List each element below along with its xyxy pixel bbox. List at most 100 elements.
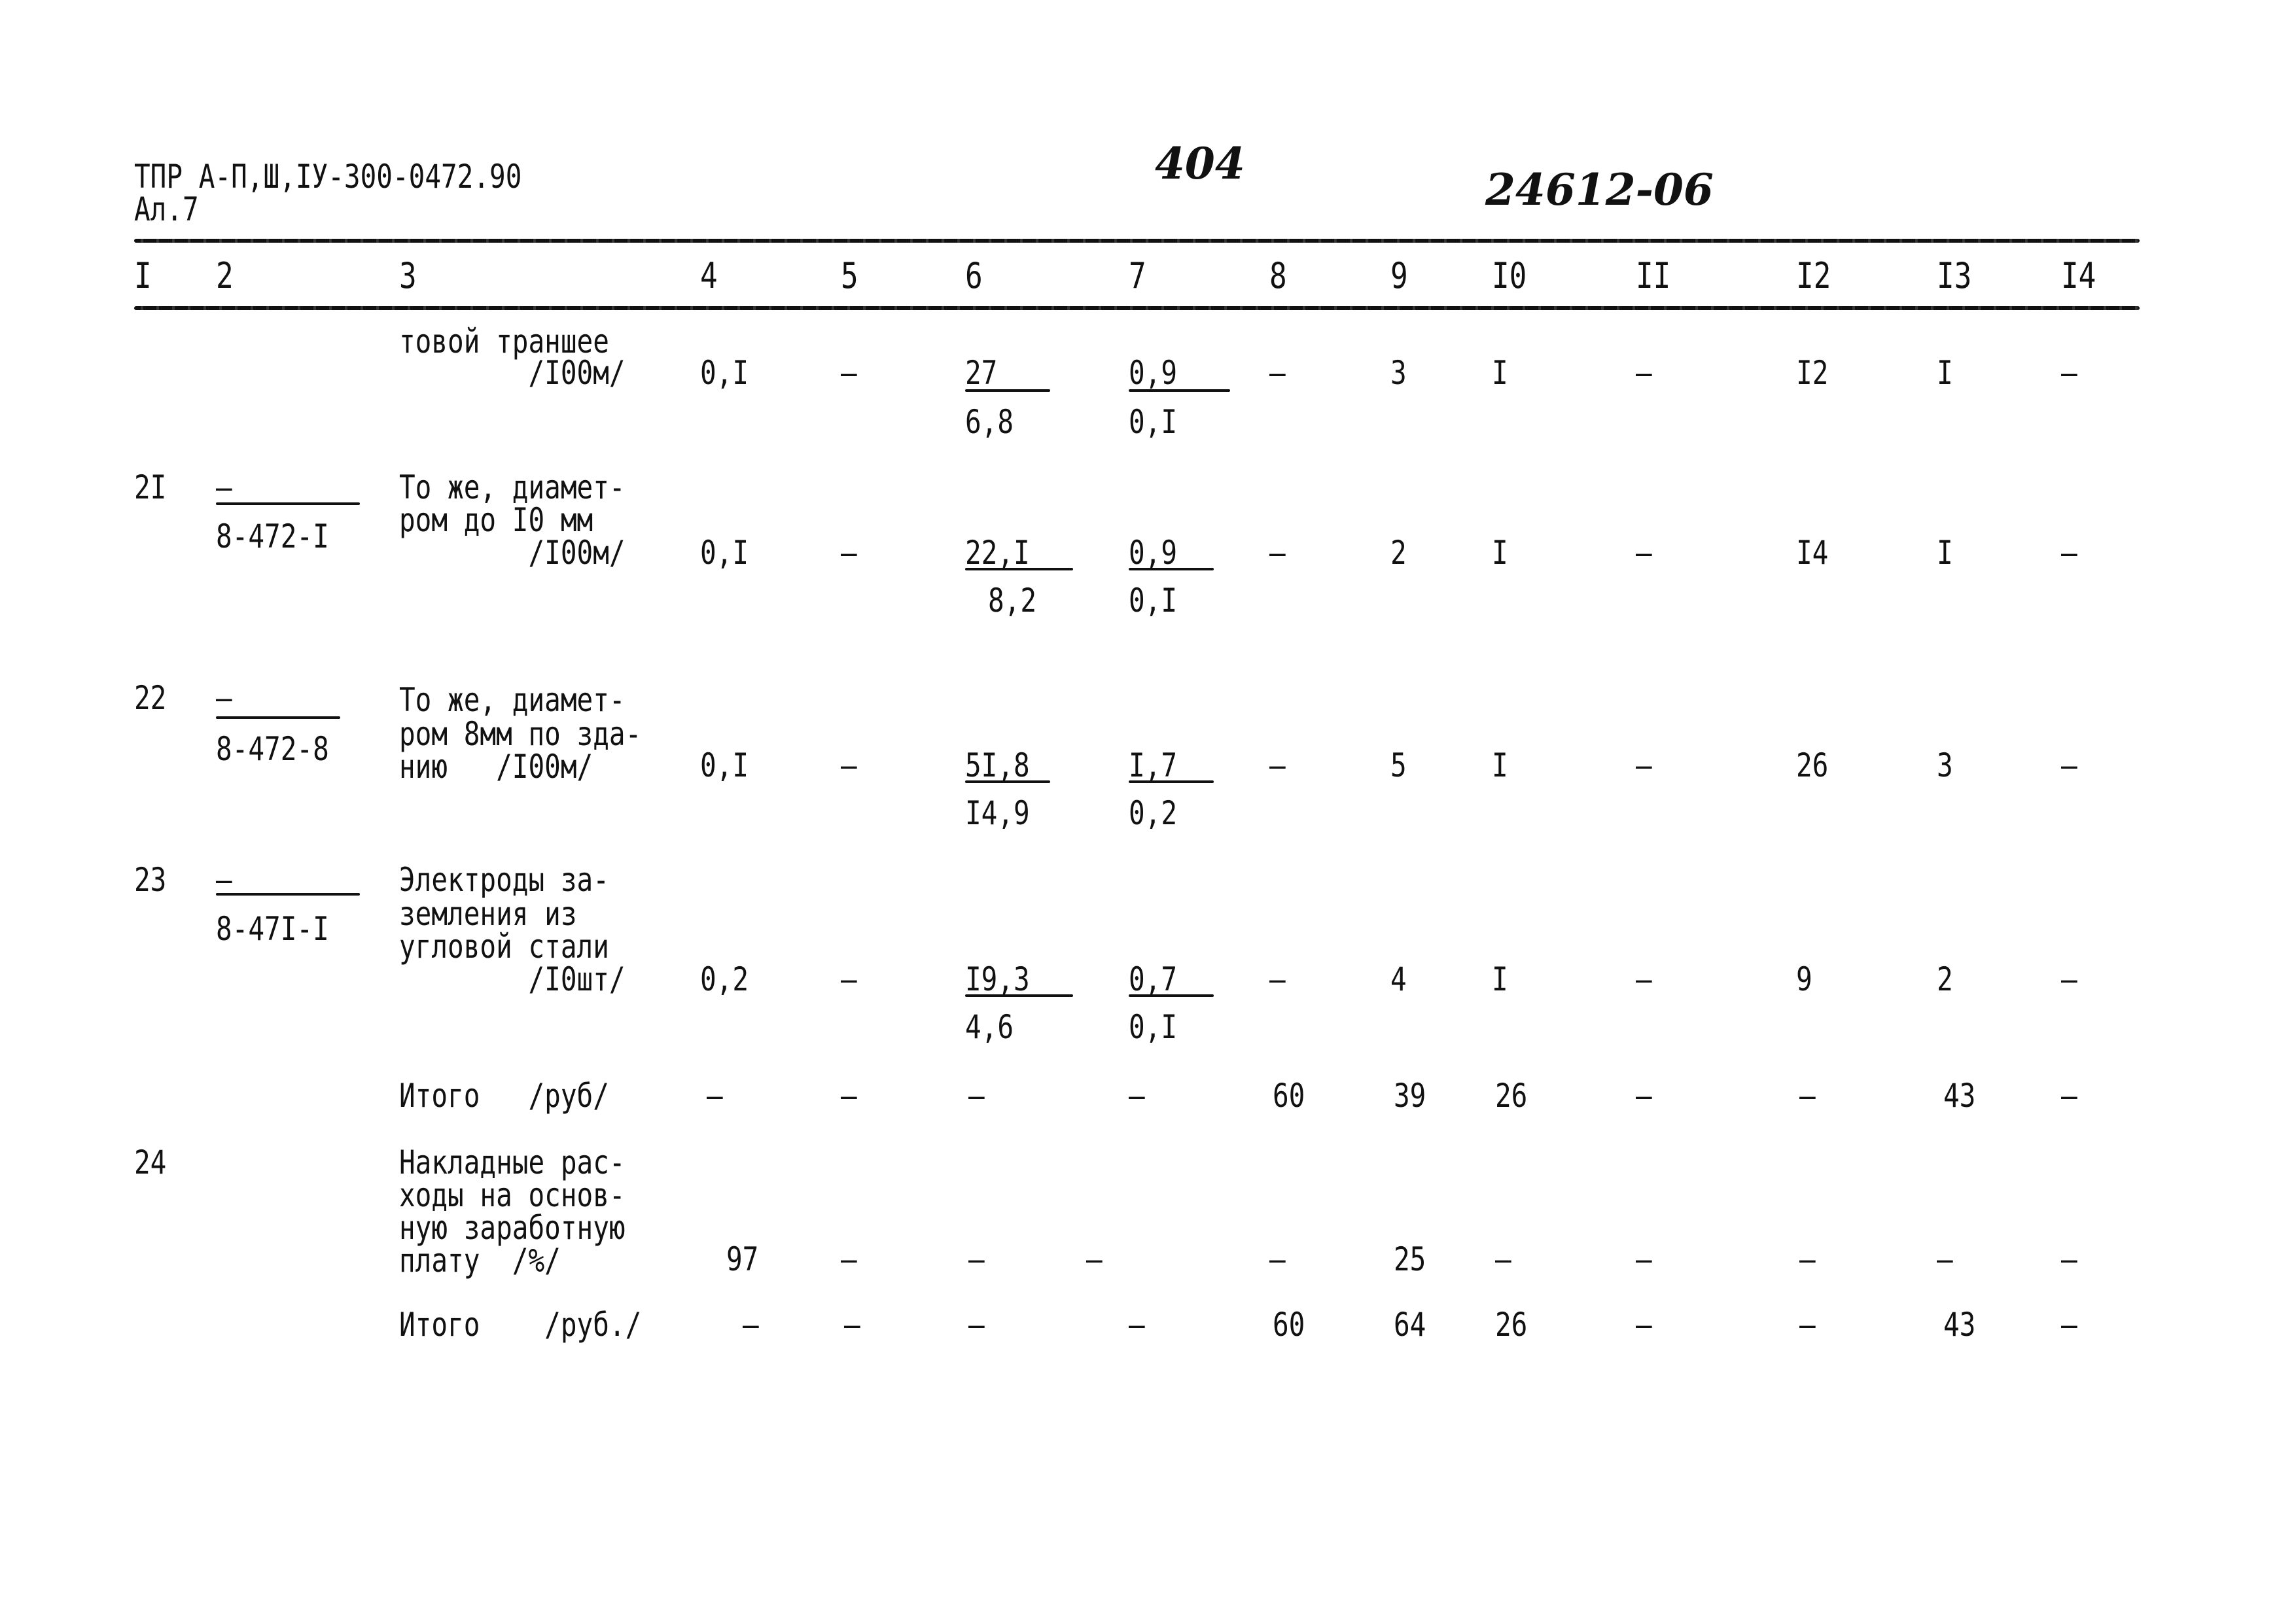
column-header: 2 (216, 255, 234, 296)
document-code: ТПР А-П,Ш,IУ-300-0472.90 (134, 158, 522, 196)
fraction-line (1129, 568, 1214, 570)
cell-c4: 0,I (700, 746, 749, 784)
cell-c10: I (1492, 534, 1508, 572)
cell-c10: I (1492, 354, 1508, 392)
total-cell: – (841, 1077, 857, 1115)
cell-c6: – (968, 1240, 985, 1278)
cell-c10: – (1495, 1240, 1511, 1278)
total-cell: – (1129, 1077, 1145, 1115)
handwritten-code: 24612-06 (1485, 164, 1714, 215)
fraction-line (965, 780, 1050, 783)
cell-c14: – (2061, 1240, 2077, 1278)
column-header: 4 (700, 255, 718, 296)
code-fraction-line (216, 716, 340, 719)
header-top-rule (134, 239, 2140, 243)
cell-c11: – (1636, 354, 1652, 392)
cell-c12: I2 (1796, 354, 1829, 392)
column-header: II (1636, 255, 1671, 296)
cell-c13: 3 (1937, 746, 1953, 784)
cell-c4: 0,I (700, 354, 749, 392)
row-description-line: Электроды за- (399, 861, 609, 899)
cell-c4: 0,I (700, 534, 749, 572)
code-top: – (216, 468, 232, 506)
cell-c8: – (1269, 1240, 1286, 1278)
fraction-line (1129, 994, 1214, 997)
cell-c6-bottom: 6,8 (965, 403, 1014, 441)
cell-c7-bottom: 0,I (1129, 403, 1178, 441)
total-cell: 43 (1943, 1077, 1976, 1115)
total-label: Итого /руб./ (399, 1306, 642, 1344)
cell-c5: – (841, 1240, 857, 1278)
cell-c5: – (841, 534, 857, 572)
total-cell: – (1129, 1306, 1145, 1344)
cell-c5: – (841, 746, 857, 784)
total-cell: – (707, 1077, 723, 1115)
row-description-line: ром 8мм по зда- (399, 715, 642, 753)
cell-c4: 0,2 (700, 960, 749, 998)
total-cell: – (968, 1077, 985, 1115)
cell-c12: – (1799, 1240, 1816, 1278)
cell-c8: – (1269, 960, 1286, 998)
total-cell: – (743, 1306, 759, 1344)
total-cell: – (844, 1306, 860, 1344)
code-bottom: 8-472-8 (216, 730, 329, 768)
row-description-line: То же, диамет- (399, 468, 626, 506)
row-number: 22 (134, 679, 167, 717)
cell-c14: – (2061, 960, 2077, 998)
cell-c6-top: I9,3 (965, 960, 1030, 998)
row-description-line: /I00м/ (399, 354, 626, 392)
code-fraction-line (216, 893, 360, 896)
cell-c14: – (2061, 354, 2077, 392)
row-description-line: ром до I0 мм (399, 501, 593, 539)
cell-c7-top: 0,9 (1129, 534, 1178, 572)
total-cell: 26 (1495, 1306, 1528, 1344)
total-cell: 60 (1273, 1077, 1305, 1115)
row-number: 23 (134, 861, 167, 899)
fraction-line (965, 389, 1050, 392)
cell-c9: 4 (1390, 960, 1407, 998)
total-cell: 60 (1273, 1306, 1305, 1344)
row-description-line: /I0шт/ (399, 960, 626, 998)
cell-c11: – (1636, 1240, 1652, 1278)
total-cell: – (1636, 1077, 1652, 1115)
total-cell: – (1799, 1306, 1816, 1344)
total-cell: 39 (1394, 1077, 1426, 1115)
row-description-line: товой траншее (399, 323, 609, 360)
column-header: 9 (1390, 255, 1408, 296)
cell-c8: – (1269, 746, 1286, 784)
row-description-line: /I00м/ (399, 534, 626, 572)
total-cell: – (1799, 1077, 1816, 1115)
cell-c4: 97 (726, 1240, 759, 1278)
cell-c6-bottom: I4,9 (965, 794, 1030, 832)
cell-c7: – (1086, 1240, 1103, 1278)
column-header: I0 (1492, 255, 1527, 296)
cell-c14: – (2061, 534, 2077, 572)
total-label: Итого /руб/ (399, 1077, 609, 1115)
column-header: 8 (1269, 255, 1287, 296)
total-cell: – (968, 1306, 985, 1344)
cell-c7-top: I,7 (1129, 746, 1178, 784)
code-top: – (216, 861, 232, 899)
column-header: I (134, 255, 152, 296)
cell-c7-top: 0,7 (1129, 960, 1178, 998)
column-header: I2 (1796, 255, 1831, 296)
column-header: 7 (1129, 255, 1146, 296)
row-description-line: То же, диамет- (399, 681, 626, 719)
code-bottom: 8-47I-I (216, 910, 329, 948)
cell-c11: – (1636, 746, 1652, 784)
column-header: 6 (965, 255, 983, 296)
cell-c9: 2 (1390, 534, 1407, 572)
column-header: I3 (1937, 255, 1972, 296)
cell-c13: I (1937, 354, 1953, 392)
cell-c12: 9 (1796, 960, 1812, 998)
column-header: I4 (2061, 255, 2096, 296)
total-cell: – (2061, 1306, 2077, 1344)
row-number: 2I (134, 468, 167, 506)
total-cell: 26 (1495, 1077, 1528, 1115)
cell-c7-top: 0,9 (1129, 354, 1178, 392)
cell-c5: – (841, 960, 857, 998)
cell-c7-bottom: 0,I (1129, 1008, 1178, 1046)
cell-c7-bottom: 0,I (1129, 582, 1178, 620)
cell-c11: – (1636, 960, 1652, 998)
cell-c6-top: 27 (965, 354, 998, 392)
